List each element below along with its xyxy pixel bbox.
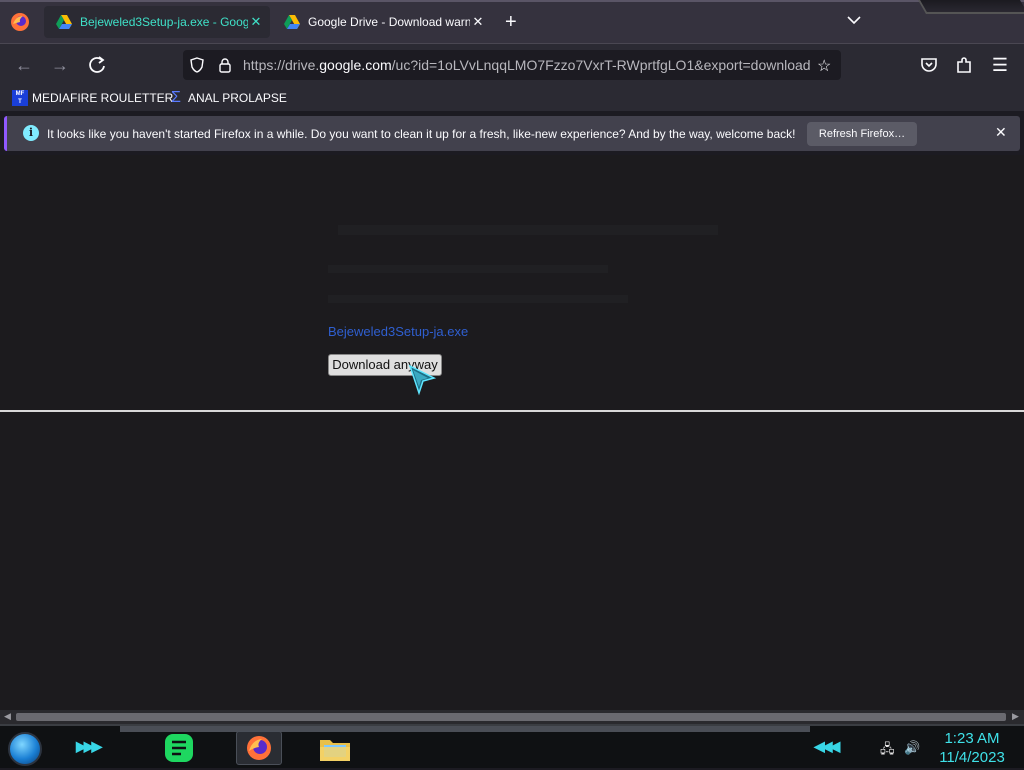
tab-title: Bejeweled3Setup-ja.exe - Googl xyxy=(80,15,248,29)
hamburger-menu-icon[interactable]: ☰ xyxy=(989,54,1011,76)
chevron-down-icon[interactable] xyxy=(846,12,862,28)
clock-time: 1:23 AM xyxy=(944,730,1000,747)
back-arrow-icon[interactable]: ← xyxy=(13,54,35,76)
bookmark-sigma[interactable]: Σ ANAL PROLAPSE xyxy=(168,90,287,106)
firefox-taskbar-icon[interactable] xyxy=(236,731,282,765)
faded-text-line xyxy=(328,295,628,303)
bookmarks-toolbar: MF T MEDIAFIRE ROULETTER Σ ANAL PROLAPSE xyxy=(0,86,1024,112)
chevron-decor-icon: ◀◀◀ xyxy=(814,738,840,754)
spotify-like-app-icon[interactable] xyxy=(160,731,198,765)
horizontal-scrollbar[interactable]: ◀ ▶ xyxy=(0,710,1024,724)
volume-speaker-icon[interactable]: 🔊 xyxy=(904,740,920,756)
tab-title: Google Drive - Download warni xyxy=(308,15,470,29)
reload-icon[interactable] xyxy=(86,54,108,76)
url-host: google.com xyxy=(319,57,392,73)
bookmark-mediafire[interactable]: MF T MEDIAFIRE ROULETTER xyxy=(12,90,173,106)
bookmark-label: ANAL PROLAPSE xyxy=(188,91,287,105)
scroll-left-arrow-icon[interactable]: ◀ xyxy=(4,711,11,722)
faded-heading xyxy=(338,225,718,235)
pocket-icon[interactable] xyxy=(918,54,940,76)
start-orb-icon[interactable] xyxy=(8,732,42,766)
scrollbar-thumb[interactable] xyxy=(16,713,1006,721)
navigation-toolbar: ← → https://drive.google.com/uc?id=1oLVv… xyxy=(0,44,1024,86)
system-clock[interactable]: 1:23 AM 11/4/2023 xyxy=(930,729,1014,767)
sigma-icon: Σ xyxy=(171,89,181,106)
refresh-firefox-notification: i It looks like you haven't started Fire… xyxy=(4,116,1020,151)
taskbar: ▶▶▶ ◀◀◀ 🖧 🔊 1:23 AM 11/4/2023 xyxy=(0,724,1024,768)
new-tab-plus-icon[interactable]: + xyxy=(505,11,517,34)
chevron-decor-icon: ▶▶▶ xyxy=(76,738,102,754)
tab-google-drive-warning[interactable]: Google Drive - Download warni ✕ xyxy=(272,6,492,38)
mediafire-icon: MF T xyxy=(12,90,28,106)
notification-message: It looks like you haven't started Firefo… xyxy=(47,127,796,141)
url-prefix: https://drive. xyxy=(243,57,320,73)
bookmark-label: MEDIAFIRE ROULETTER xyxy=(32,91,174,105)
faded-text-line xyxy=(328,265,608,273)
close-notification-icon[interactable]: ✕ xyxy=(995,124,1007,141)
page-content: Bejeweled3Setup-ja.exe Download anyway xyxy=(0,155,1024,710)
clock-date: 11/4/2023 xyxy=(939,749,1005,766)
lock-icon[interactable] xyxy=(217,57,233,73)
url-text[interactable]: https://drive.google.com/uc?id=1oLVvLnqq… xyxy=(243,57,813,73)
info-icon: i xyxy=(23,125,39,141)
tab-bejeweled-download[interactable]: Bejeweled3Setup-ja.exe - Googl ✕ xyxy=(44,6,270,38)
refresh-firefox-button[interactable]: Refresh Firefox… xyxy=(807,122,917,146)
file-explorer-folder-icon[interactable] xyxy=(316,731,354,765)
taskbar-plate xyxy=(120,726,810,732)
bookmark-star-icon[interactable]: ☆ xyxy=(817,56,831,76)
firefox-icon[interactable] xyxy=(10,12,30,32)
address-bar[interactable]: https://drive.google.com/uc?id=1oLVvLnqq… xyxy=(183,50,841,80)
close-tab-icon[interactable]: ✕ xyxy=(470,14,486,30)
google-drive-icon xyxy=(56,15,72,29)
extensions-puzzle-icon[interactable] xyxy=(953,54,975,76)
url-suffix: /uc?id=1oLVvLnqqLMO7Fzzo7VxrT-RWprtfgLO1… xyxy=(391,57,811,73)
divider-line xyxy=(0,410,1024,412)
theme-decoration xyxy=(917,0,1024,14)
file-name-link[interactable]: Bejeweled3Setup-ja.exe xyxy=(328,324,468,339)
forward-arrow-icon[interactable]: → xyxy=(49,54,71,76)
tab-strip: Bejeweled3Setup-ja.exe - Googl ✕ Google … xyxy=(0,0,1024,44)
network-icon[interactable]: 🖧 xyxy=(880,740,895,762)
mouse-cursor-icon xyxy=(408,364,437,396)
scroll-right-arrow-icon[interactable]: ▶ xyxy=(1012,711,1019,722)
google-drive-icon xyxy=(284,15,300,29)
tracking-protection-shield-icon[interactable] xyxy=(189,57,205,73)
close-tab-icon[interactable]: ✕ xyxy=(248,14,264,30)
